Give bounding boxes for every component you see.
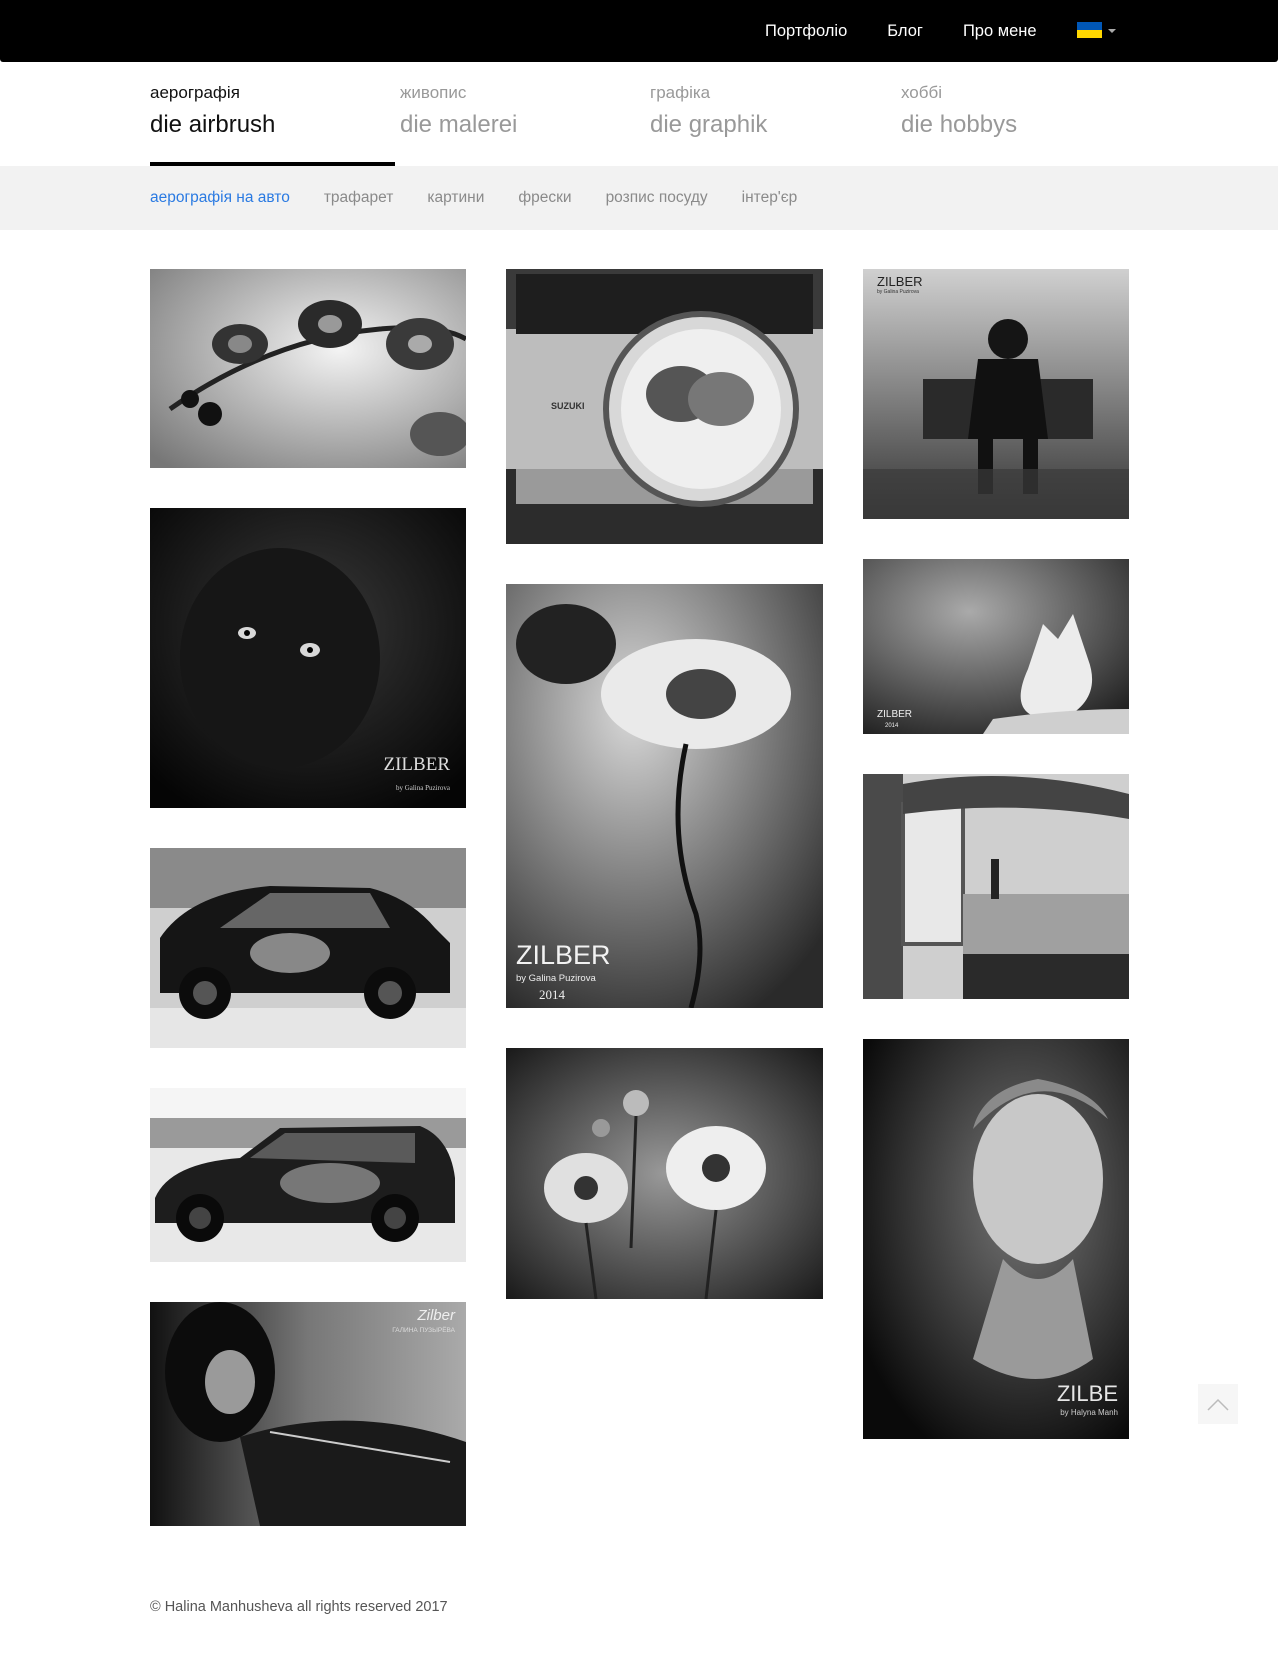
watermark-portrait: ZILBE — [1057, 1381, 1118, 1406]
watermark-flower-sub: by Galina Puzirova — [516, 973, 596, 984]
gallery-image-man-bench[interactable]: ZILBER by Galina Puzirova — [863, 269, 1129, 519]
top-navbar: Портфоліо Блог Про мене — [0, 0, 1278, 62]
tab-hobbies-subtitle: хоббі — [901, 83, 943, 102]
tab-hobbies[interactable]: хоббі die hobbys — [901, 82, 1146, 166]
footer-copyright: © Halina Manhusheva all rights reserved … — [150, 1599, 448, 1615]
suzuki-badge: SUZUKI — [551, 401, 585, 411]
gallery-image-panther[interactable]: ZILBER by Galina Puzirova — [150, 508, 466, 808]
tab-airbrush-subtitle: аерографія — [150, 83, 240, 102]
gallery-image-tiger-car[interactable] — [150, 848, 466, 1048]
subcat-interior[interactable]: інтер'єр — [742, 188, 798, 208]
tab-graphics-subtitle: графіка — [650, 83, 711, 102]
tab-airbrush-title: die airbrush — [150, 111, 276, 138]
nav-portfolio[interactable]: Портфоліо — [765, 20, 847, 42]
gallery-image-suzuki-wolves[interactable]: SUZUKI — [506, 269, 823, 544]
watermark-portrait-sub: by Halyna Manh — [1060, 1408, 1118, 1417]
watermark-man-sub: by Galina Puzirova — [877, 289, 919, 295]
gallery-image-orchids[interactable] — [150, 269, 466, 468]
back-to-top-button[interactable] — [1198, 1384, 1238, 1424]
watermark-wolf-year: 2014 — [885, 723, 899, 729]
language-switcher[interactable] — [1077, 22, 1116, 38]
tab-airbrush[interactable]: аерографія die airbrush — [150, 82, 395, 166]
category-tabs: аерографія die airbrush живопис die male… — [150, 82, 1150, 166]
watermark-panther-sub: by Galina Puzirova — [396, 784, 451, 792]
tab-graphics[interactable]: графіка die graphik — [650, 82, 895, 166]
tab-graphics-title: die graphik — [650, 111, 768, 138]
main-nav: Портфоліо Блог Про мене — [765, 20, 1077, 42]
subcategory-bar: аерографія на авто трафарет картини фрес… — [0, 166, 1278, 230]
gallery-image-anemones[interactable] — [506, 1048, 823, 1299]
tab-hobbies-title: die hobbys — [901, 111, 1018, 138]
subcategory-list: аерографія на авто трафарет картини фрес… — [150, 188, 831, 208]
tab-painting-title: die malerei — [400, 111, 518, 138]
subcat-pictures[interactable]: картини — [427, 188, 484, 208]
watermark-man: ZILBER — [877, 274, 923, 289]
subcat-dish-painting[interactable]: розпис посуду — [606, 188, 708, 208]
subcat-car-airbrush[interactable]: аерографія на авто — [150, 188, 290, 208]
nav-blog[interactable]: Блог — [887, 20, 923, 42]
gallery-image-suv-wolf[interactable] — [150, 1088, 466, 1262]
watermark-violin: Zilber — [416, 1307, 456, 1324]
subcat-frescoes[interactable]: фрески — [518, 188, 571, 208]
gallery-image-white-wolf[interactable]: ZILBER 2014 — [863, 559, 1129, 734]
chevron-up-icon — [1207, 1398, 1229, 1411]
gallery-image-violinist[interactable]: Zilber ГАЛИНА ПУЗЫРЁВА — [150, 1302, 466, 1526]
watermark-wolf: ZILBER — [877, 709, 912, 720]
gallery-image-daisy[interactable]: ZILBER by Galina Puzirova 2014 — [506, 584, 823, 1008]
watermark-violin-sub: ГАЛИНА ПУЗЫРЁВА — [392, 1326, 455, 1334]
gallery-image-lighthouse-mural[interactable] — [863, 774, 1129, 999]
caret-down-icon — [1108, 29, 1116, 33]
watermark-flower-year: 2014 — [539, 987, 566, 1002]
tab-painting-subtitle: живопис — [400, 83, 467, 102]
ukraine-flag-icon — [1077, 22, 1102, 38]
subcat-stencil[interactable]: трафарет — [324, 188, 394, 208]
watermark-panther: ZILBER — [384, 754, 451, 775]
tab-painting[interactable]: живопис die malerei — [400, 82, 645, 166]
watermark-flower: ZILBER — [516, 940, 611, 970]
nav-about[interactable]: Про мене — [963, 20, 1037, 42]
gallery-image-woman-portrait[interactable]: ZILBE by Halyna Manh — [863, 1039, 1129, 1439]
